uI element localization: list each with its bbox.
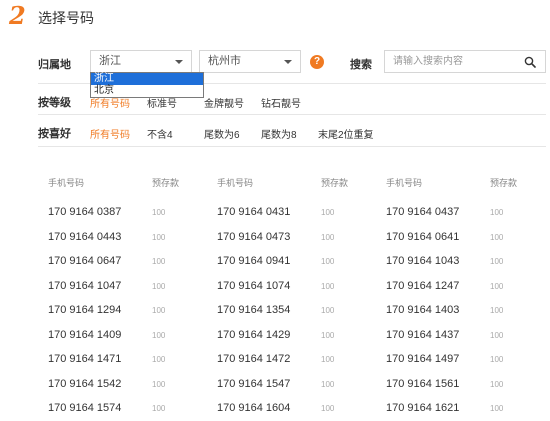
divider <box>38 146 546 147</box>
phone-number[interactable]: 170 9164 1437 <box>386 329 459 341</box>
phone-number[interactable]: 170 9164 1403 <box>386 304 459 316</box>
search-input[interactable] <box>385 51 515 72</box>
province-option-zhejiang[interactable]: 浙江 <box>91 73 203 85</box>
column-header-number: 手机号码 <box>386 178 423 188</box>
phone-number[interactable]: 170 9164 1497 <box>386 353 459 365</box>
phone-number[interactable]: 170 9164 0431 <box>217 206 290 218</box>
preference-filter-no-4[interactable]: 不含4 <box>147 126 173 141</box>
deposit-value: 100 <box>321 257 335 266</box>
phone-number[interactable]: 170 9164 0437 <box>386 206 459 218</box>
deposit-value: 100 <box>321 208 335 217</box>
phone-number[interactable]: 170 9164 1354 <box>217 304 290 316</box>
city-value: 杭州市 <box>208 55 241 67</box>
province-dropdown[interactable]: 浙江 北京 <box>90 72 204 98</box>
phone-number[interactable]: 170 9164 1547 <box>217 378 290 390</box>
deposit-value: 100 <box>152 380 166 389</box>
phone-number[interactable]: 170 9164 1542 <box>48 378 121 390</box>
search-label: 搜索 <box>350 59 372 71</box>
search-icon[interactable] <box>524 56 536 68</box>
deposit-value: 100 <box>321 306 335 315</box>
deposit-value: 100 <box>490 233 504 242</box>
deposit-value: 100 <box>490 208 504 217</box>
step-number-icon: 2 <box>8 2 26 28</box>
deposit-value: 100 <box>152 306 166 315</box>
grade-filter-diamond[interactable]: 钻石靓号 <box>261 95 301 110</box>
column-header-number: 手机号码 <box>48 178 85 188</box>
deposit-value: 100 <box>321 331 335 340</box>
deposit-value: 100 <box>321 233 335 242</box>
preference-label: 按喜好 <box>38 128 71 140</box>
chevron-down-icon <box>284 60 292 64</box>
preference-filter-ends-6[interactable]: 尾数为6 <box>204 126 240 141</box>
phone-number[interactable]: 170 9164 0647 <box>48 255 121 267</box>
preference-filter-last-two-repeat[interactable]: 末尾2位重复 <box>318 126 374 141</box>
grade-filter-gold[interactable]: 金牌靓号 <box>204 95 244 110</box>
province-select[interactable]: 浙江 <box>90 50 192 73</box>
deposit-value: 100 <box>321 380 335 389</box>
phone-number[interactable]: 170 9164 1604 <box>217 402 290 414</box>
deposit-value: 100 <box>152 355 166 364</box>
phone-number[interactable]: 170 9164 0387 <box>48 206 121 218</box>
deposit-value: 100 <box>152 331 166 340</box>
deposit-value: 100 <box>321 404 335 413</box>
search-box <box>384 50 546 73</box>
phone-number[interactable]: 170 9164 1621 <box>386 402 459 414</box>
phone-number[interactable]: 170 9164 1043 <box>386 255 459 267</box>
column-header-deposit: 预存款 <box>490 178 518 188</box>
phone-number[interactable]: 170 9164 1561 <box>386 378 459 390</box>
deposit-value: 100 <box>152 257 166 266</box>
city-select[interactable]: 杭州市 <box>199 50 301 73</box>
phone-number[interactable]: 170 9164 1429 <box>217 329 290 341</box>
column-header-deposit: 预存款 <box>321 178 349 188</box>
phone-number[interactable]: 170 9164 1074 <box>217 280 290 292</box>
phone-number[interactable]: 170 9164 0443 <box>48 231 121 243</box>
deposit-value: 100 <box>152 282 166 291</box>
phone-number[interactable]: 170 9164 1294 <box>48 304 121 316</box>
phone-number[interactable]: 170 9164 1574 <box>48 402 121 414</box>
page-title: 选择号码 <box>38 10 94 26</box>
phone-number[interactable]: 170 9164 1471 <box>48 353 121 365</box>
province-option-beijing[interactable]: 北京 <box>91 85 203 97</box>
grade-label: 按等级 <box>38 97 71 109</box>
phone-number[interactable]: 170 9164 1047 <box>48 280 121 292</box>
deposit-value: 100 <box>490 306 504 315</box>
divider <box>38 114 546 115</box>
phone-number[interactable]: 170 9164 1472 <box>217 353 290 365</box>
phone-number[interactable]: 170 9164 1247 <box>386 280 459 292</box>
deposit-value: 100 <box>490 257 504 266</box>
column-header-number: 手机号码 <box>217 178 254 188</box>
deposit-value: 100 <box>490 404 504 413</box>
phone-number[interactable]: 170 9164 0473 <box>217 231 290 243</box>
deposit-value: 100 <box>490 355 504 364</box>
phone-number[interactable]: 170 9164 1409 <box>48 329 121 341</box>
deposit-value: 100 <box>490 331 504 340</box>
preference-filter-all[interactable]: 所有号码 <box>90 126 130 141</box>
chevron-down-icon <box>175 60 183 64</box>
deposit-value: 100 <box>490 282 504 291</box>
preference-filter-ends-8[interactable]: 尾数为8 <box>261 126 297 141</box>
help-icon[interactable]: ? <box>310 55 324 69</box>
deposit-value: 100 <box>321 355 335 364</box>
column-header-deposit: 预存款 <box>152 178 180 188</box>
deposit-value: 100 <box>152 208 166 217</box>
province-value: 浙江 <box>99 55 121 67</box>
location-label: 归属地 <box>38 59 71 71</box>
svg-text:2: 2 <box>8 2 26 28</box>
phone-number[interactable]: 170 9164 0941 <box>217 255 290 267</box>
phone-number[interactable]: 170 9164 0641 <box>386 231 459 243</box>
deposit-value: 100 <box>321 282 335 291</box>
deposit-value: 100 <box>490 380 504 389</box>
deposit-value: 100 <box>152 404 166 413</box>
deposit-value: 100 <box>152 233 166 242</box>
